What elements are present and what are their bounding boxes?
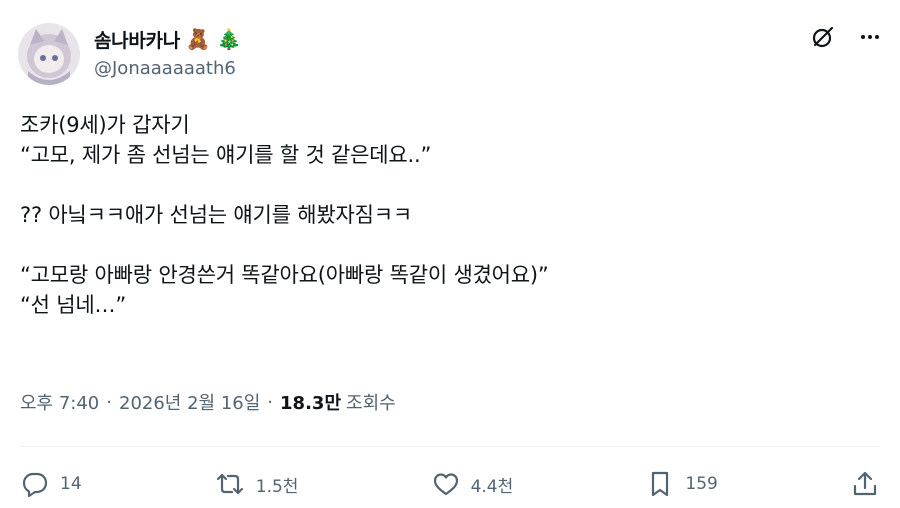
divider — [20, 446, 880, 447]
views-label: 조회수 — [346, 393, 396, 414]
tweet-meta: 오후 7:40 · 2026년 2월 16일 · 18.3만 조회수 — [20, 389, 396, 415]
tweet-line: “고모랑 아빠랑 안경쓴거 똑같아요(아빠랑 똑같이 생겼어요)” — [20, 263, 549, 287]
reply-icon — [20, 469, 50, 499]
share-button[interactable] — [850, 469, 880, 499]
avatar[interactable] — [18, 23, 80, 85]
author-name-row: 솜나바카나 🧸 🎄 — [94, 24, 242, 54]
meta-separator: · — [267, 391, 274, 413]
tweet-date[interactable]: 2026년 2월 16일 — [119, 389, 260, 415]
tweet-line: “고모, 제가 좀 선넘는 얘기를 할 것 같은데요..” — [20, 143, 432, 167]
tweet-time[interactable]: 오후 7:40 — [20, 389, 99, 415]
like-count: 4.4천 — [470, 476, 514, 497]
tweet-line: “선 넘네…” — [20, 293, 126, 317]
tweet-text: 조카(9세)가 갑자기 “고모, 제가 좀 선넘는 얘기를 할 것 같은데요..… — [20, 110, 880, 320]
tweet-line: ?? 아닠ㅋㅋ애가 선넘는 얘기를 해봤자짐ㅋㅋ — [20, 203, 412, 227]
heart-icon — [431, 469, 461, 499]
share-icon — [850, 469, 880, 499]
retweet-icon — [214, 469, 246, 499]
bookmark-button[interactable]: 159 — [645, 469, 718, 499]
grok-icon[interactable] — [810, 24, 836, 50]
retweet-button[interactable]: 1.5천 — [214, 469, 299, 499]
views-count: 18.3만 — [280, 393, 342, 414]
bookmark-icon — [645, 469, 675, 499]
more-icon[interactable] — [858, 25, 882, 49]
like-button[interactable]: 4.4천 — [431, 469, 514, 499]
author-handle[interactable]: @Jonaaaaaath6 — [94, 58, 236, 79]
display-name[interactable]: 솜나바카나 — [94, 26, 180, 53]
retweet-count: 1.5천 — [255, 476, 299, 497]
bookmark-count: 159 — [685, 474, 718, 494]
reply-button[interactable]: 14 — [20, 469, 82, 499]
top-actions — [810, 24, 882, 50]
teddy-bear-emoji: 🧸 — [185, 27, 211, 51]
reply-count: 14 — [60, 474, 82, 494]
meta-separator: · — [106, 391, 112, 413]
tweet-line: 조카(9세)가 갑자기 — [20, 113, 190, 137]
action-bar: 14 1.5천 4.4천 159 — [20, 462, 880, 506]
christmas-tree-emoji: 🎄 — [216, 27, 242, 51]
